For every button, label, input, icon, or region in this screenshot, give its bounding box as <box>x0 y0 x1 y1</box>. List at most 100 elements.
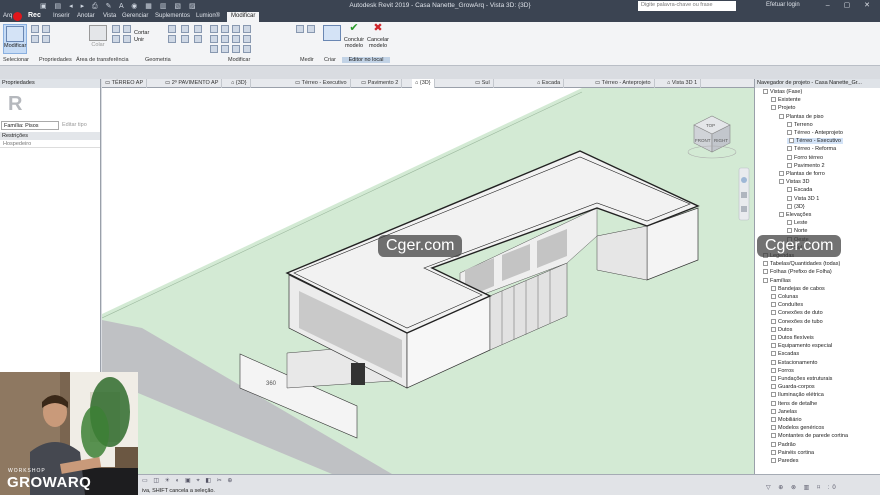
edit-type-button[interactable]: Editar tipo <box>62 122 87 128</box>
wall-join-icon[interactable] <box>168 25 176 33</box>
pin-icon[interactable] <box>232 45 240 53</box>
view-tab[interactable]: ▭ Sul <box>472 79 494 88</box>
tab-gerenciar[interactable]: Gerenciar <box>122 13 148 19</box>
constraints-section[interactable]: Restrições <box>0 132 100 140</box>
properties-tools[interactable] <box>31 25 51 43</box>
mirror-axis-icon[interactable] <box>232 25 240 33</box>
split-face-icon[interactable] <box>181 25 189 33</box>
expand-toggle-icon[interactable] <box>771 310 776 316</box>
measure-tools[interactable] <box>296 25 316 33</box>
expand-toggle-icon[interactable] <box>779 171 784 176</box>
modify-button[interactable]: Modificar <box>3 24 27 54</box>
rotate-icon[interactable] <box>181 35 189 43</box>
copy-icon[interactable] <box>123 25 131 33</box>
browser-item[interactable]: Plantas de forro <box>779 171 825 177</box>
expand-toggle-icon[interactable] <box>771 343 776 349</box>
browser-item[interactable]: Pavimento 2 <box>787 162 825 169</box>
cut-icon[interactable] <box>112 25 120 33</box>
unpin-icon[interactable] <box>243 45 251 53</box>
expand-toggle-icon[interactable] <box>771 384 776 390</box>
browser-item[interactable]: Equipamento especial <box>771 343 832 349</box>
browser-item[interactable]: {3D} <box>787 203 805 210</box>
tab-modificar[interactable]: Modificar <box>227 12 260 22</box>
search-input[interactable]: Digite palavra-chave ou frase <box>638 1 736 11</box>
browser-item[interactable]: Escadas <box>771 351 799 357</box>
browser-item[interactable]: Norte <box>787 228 807 234</box>
orbit-icon[interactable] <box>741 206 747 212</box>
browser-item[interactable]: Fundações estruturais <box>771 376 832 382</box>
expand-toggle-icon[interactable] <box>771 367 776 373</box>
expand-toggle-icon[interactable] <box>771 97 776 103</box>
browser-item[interactable]: Mobiliário <box>771 417 802 423</box>
expand-toggle-icon[interactable] <box>771 458 776 463</box>
geometry-tools[interactable] <box>168 25 205 43</box>
expand-toggle-icon[interactable] <box>787 203 792 209</box>
move-icon[interactable] <box>168 35 176 43</box>
expand-toggle-icon[interactable] <box>771 408 776 414</box>
expand-toggle-icon[interactable] <box>771 433 776 439</box>
browser-item[interactable]: Painéis cortina <box>771 449 814 456</box>
expand-toggle-icon[interactable] <box>787 154 792 160</box>
type-properties-icon[interactable] <box>42 25 50 33</box>
scale-icon[interactable] <box>221 45 229 53</box>
join-button[interactable]: Unir <box>134 37 149 44</box>
browser-item[interactable]: Itens de detalhe <box>771 400 817 407</box>
expand-toggle-icon[interactable] <box>771 392 776 398</box>
browser-item[interactable]: Famílias <box>763 277 791 284</box>
array-icon[interactable] <box>210 45 218 53</box>
cut-button[interactable]: Cortar <box>134 30 149 37</box>
selection-filter-icons[interactable]: ▽ ⊕ ⊗ ▥ ⌑ :0 <box>766 484 839 491</box>
zoom-icon[interactable] <box>741 192 747 198</box>
browser-item[interactable]: Iluminação elétrica <box>771 392 824 398</box>
browser-item[interactable]: Conexões de duto <box>771 310 823 316</box>
match-icon[interactable] <box>112 35 120 43</box>
group-measure-label[interactable]: Medir <box>300 57 314 63</box>
browser-item[interactable]: Projeto <box>771 105 795 111</box>
tab-suplementos[interactable]: Suplementos <box>155 13 190 19</box>
browser-item[interactable]: Conexões de tubo <box>771 318 823 325</box>
expand-toggle-icon[interactable] <box>771 326 776 332</box>
tab-anotar[interactable]: Anotar <box>77 13 95 19</box>
viewcube-top-label[interactable]: TOP <box>706 123 715 128</box>
expand-toggle-icon[interactable] <box>771 302 776 308</box>
browser-item[interactable]: Montantes de parede cortina <box>771 433 848 439</box>
browser-item[interactable]: Paredes <box>771 458 799 464</box>
expand-toggle-icon[interactable] <box>787 187 792 193</box>
offset-icon[interactable] <box>221 25 229 33</box>
browser-item[interactable]: Janelas <box>771 408 797 415</box>
paste-button[interactable]: Colar <box>86 24 110 54</box>
expand-toggle-icon[interactable] <box>779 113 784 119</box>
expand-toggle-icon[interactable] <box>771 400 776 406</box>
view-tab[interactable]: ▭ 2º PAVIMENTO AP <box>162 79 223 88</box>
clipboard-tools[interactable] <box>112 25 132 43</box>
browser-item[interactable]: Leste <box>787 220 807 226</box>
expand-toggle-icon[interactable] <box>787 220 792 226</box>
expand-toggle-icon[interactable] <box>787 146 792 152</box>
view-tab[interactable]: ▭ Térreo - Executivo <box>292 79 351 88</box>
expand-toggle-icon[interactable] <box>771 449 776 455</box>
expand-toggle-icon[interactable] <box>771 441 776 447</box>
cancel-model-button[interactable]: ✖ Cancelar modelo <box>366 23 390 50</box>
measure-icon[interactable] <box>296 25 304 33</box>
view-tab[interactable]: ▭ Térreo - Anteprojeto <box>592 79 655 88</box>
trim-icon[interactable] <box>221 35 229 43</box>
tab-lumion[interactable]: Lumion® <box>196 13 220 19</box>
expand-toggle-icon[interactable] <box>787 130 792 135</box>
expand-toggle-icon[interactable] <box>771 294 776 299</box>
viewcube-front-label[interactable]: FRONT <box>695 138 711 143</box>
browser-item[interactable]: Vistas 3D <box>779 179 809 185</box>
expand-toggle-icon[interactable] <box>771 417 776 422</box>
browser-item[interactable]: Dutos flexíveis <box>771 335 814 341</box>
expand-toggle-icon[interactable] <box>771 376 776 381</box>
expand-toggle-icon[interactable] <box>763 277 768 283</box>
expand-toggle-icon[interactable] <box>779 212 784 217</box>
browser-item[interactable]: Padrão <box>771 441 796 448</box>
view-tab[interactable]: ⌂ Vista 3D 1 <box>664 79 702 88</box>
modify-tools[interactable] <box>210 25 252 53</box>
expand-toggle-icon[interactable] <box>787 228 792 234</box>
expand-toggle-icon[interactable] <box>763 261 768 267</box>
family-type-selector[interactable]: Família: Pisos <box>1 121 59 130</box>
expand-toggle-icon[interactable] <box>771 359 776 365</box>
browser-item[interactable]: Conduítes <box>771 302 803 308</box>
3d-viewport[interactable]: 360 TOP FRONT RIGHT <box>102 88 754 474</box>
